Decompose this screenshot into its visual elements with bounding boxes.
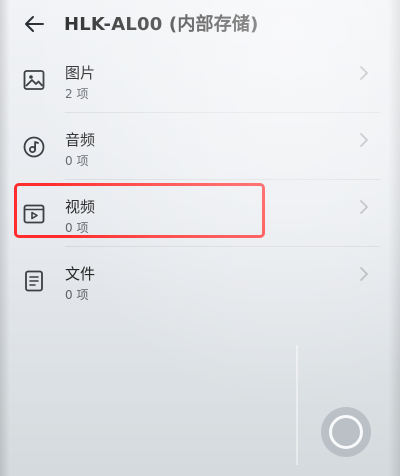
floating-assistive-button[interactable] — [321, 407, 371, 457]
document-icon — [25, 270, 43, 292]
page-title: HLK-AL00 (内部存储) — [64, 14, 259, 35]
list-item-count: 0 项 — [65, 221, 89, 235]
list-item-label: 音频 — [65, 131, 96, 149]
list-item-label: 文件 — [65, 265, 96, 283]
video-icon — [23, 204, 45, 224]
back-button[interactable] — [20, 10, 48, 38]
image-icon — [23, 70, 45, 90]
list-item-count: 2 项 — [65, 87, 89, 101]
list-item-count: 0 项 — [65, 154, 89, 168]
list-item-video[interactable]: 视频 0 项 — [0, 180, 400, 246]
screen-glare-streak — [296, 345, 298, 465]
chevron-right-icon — [360, 200, 368, 214]
list-item-audio[interactable]: 音频 0 项 — [0, 113, 400, 179]
list-item-label: 视频 — [65, 198, 96, 216]
list-item-label: 图片 — [65, 64, 96, 82]
file-manager-screen: HLK-AL00 (内部存储) 图片 2 项 音频 0 项 视频 0 项 文件 … — [0, 0, 400, 476]
list-item-count: 0 项 — [65, 288, 89, 302]
audio-disc-icon — [23, 136, 45, 158]
chevron-right-icon — [360, 133, 368, 147]
chevron-right-icon — [360, 66, 368, 80]
list-item-images[interactable]: 图片 2 项 — [0, 46, 400, 112]
list-item-documents[interactable]: 文件 0 项 — [0, 247, 400, 313]
app-header: HLK-AL00 (内部存储) — [0, 0, 400, 46]
assistive-touch-circle-icon — [329, 415, 363, 449]
chevron-right-icon — [360, 267, 368, 281]
back-arrow-icon — [25, 16, 44, 32]
